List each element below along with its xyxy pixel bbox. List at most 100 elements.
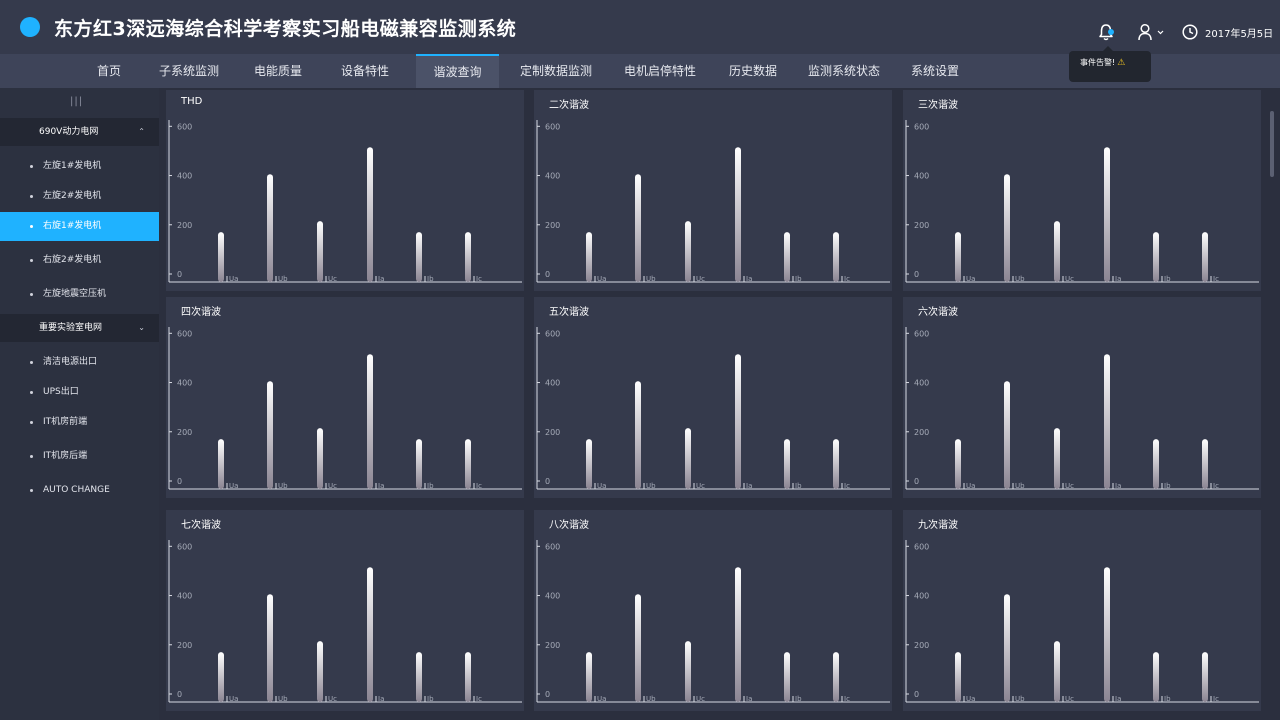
nav-item-system-status[interactable]: 监测系统状态 xyxy=(798,54,890,88)
bar-uc[interactable] xyxy=(685,221,691,282)
bar-ib[interactable] xyxy=(784,439,790,489)
sidebar-item-it-front[interactable]: IT机房前端 xyxy=(0,408,159,437)
bar-ia[interactable] xyxy=(735,354,741,489)
bar-ub[interactable] xyxy=(267,594,273,702)
x-tick-label: Ua xyxy=(966,695,975,703)
nav-item-motor-start-stop[interactable]: 电机启停特性 xyxy=(614,54,706,88)
sidebar-item-it-back[interactable]: IT机房后端 xyxy=(0,442,159,471)
x-tick-label: Uc xyxy=(1065,275,1074,283)
bar-ua[interactable] xyxy=(586,232,592,282)
bar-ub[interactable] xyxy=(635,174,641,282)
group-power-grid-690v[interactable]: 690V动力电网 ⌃ xyxy=(0,118,159,146)
bar-uc[interactable] xyxy=(317,428,323,489)
sidebar-item-ups[interactable]: UPS出口 xyxy=(0,378,159,407)
bar-ib[interactable] xyxy=(1153,439,1159,489)
bar-ua[interactable] xyxy=(955,232,961,282)
alert-tooltip[interactable]: 事件告警! ⚠ xyxy=(1069,46,1151,82)
bar-ua[interactable] xyxy=(955,652,961,702)
bar-ua[interactable] xyxy=(218,232,224,282)
bar-chart: 0 200 400 600 Ua Ub Uc Ia Ib Ic xyxy=(168,327,522,490)
bar-ic[interactable] xyxy=(1202,652,1208,702)
y-tick-label: 200 xyxy=(914,428,929,437)
bar-chart: 0 200 400 600 Ua Ub Uc Ia Ib Ic xyxy=(536,120,890,283)
nav-item-subsystem[interactable]: 子系统监测 xyxy=(148,54,230,88)
alert-text: 事件告警! xyxy=(1080,58,1116,67)
nav-item-custom-monitoring[interactable]: 定制数据监测 xyxy=(510,54,602,88)
bar-ua[interactable] xyxy=(955,439,961,489)
bar-ic[interactable] xyxy=(465,232,471,282)
bar-uc[interactable] xyxy=(1054,641,1060,702)
sidebar-item-seismic-compressor[interactable]: 左旋地震空压机 xyxy=(0,280,159,309)
bar-ic[interactable] xyxy=(1202,439,1208,489)
bar-ia[interactable] xyxy=(367,567,373,702)
bar-ub[interactable] xyxy=(1004,381,1010,489)
sidebar-item-right1-generator[interactable]: 右旋1#发电机 xyxy=(0,212,159,241)
bar-ic[interactable] xyxy=(833,652,839,702)
bar-ia[interactable] xyxy=(735,567,741,702)
x-tick-label: Ic xyxy=(476,275,482,283)
bar-ib[interactable] xyxy=(416,652,422,702)
nav-item-home[interactable]: 首页 xyxy=(78,54,140,88)
user-icon[interactable] xyxy=(1138,23,1164,41)
bar-ib[interactable] xyxy=(416,232,422,282)
bar-uc[interactable] xyxy=(317,641,323,702)
bar-uc[interactable] xyxy=(685,641,691,702)
bar-ub[interactable] xyxy=(267,174,273,282)
sidebar-item-right2-generator[interactable]: 右旋2#发电机 xyxy=(0,246,159,275)
bar-ub[interactable] xyxy=(1004,174,1010,282)
bar-ua[interactable] xyxy=(586,652,592,702)
bar-ia[interactable] xyxy=(1104,354,1110,489)
y-tick-label: 0 xyxy=(914,270,919,279)
bar-uc[interactable] xyxy=(1054,428,1060,489)
bar-ic[interactable] xyxy=(1202,232,1208,282)
bar-ib[interactable] xyxy=(1153,652,1159,702)
bar-ia[interactable] xyxy=(1104,147,1110,282)
chart-panel-h3: 三次谐波 0 200 400 600 Ua Ub Uc Ia Ib Ic xyxy=(903,90,1261,291)
chevron-down-icon: ⌄ xyxy=(138,323,145,332)
nav-item-device-characteristics[interactable]: 设备特性 xyxy=(329,54,401,88)
sidebar-item-left2-generator[interactable]: 左旋2#发电机 xyxy=(0,182,159,211)
sidebar-item-clean-power[interactable]: 清洁电源出口 xyxy=(0,348,159,377)
nav-item-harmonic-query[interactable]: 谐波查询 xyxy=(416,54,499,88)
bar-ub[interactable] xyxy=(267,381,273,489)
chevron-up-icon: ⌃ xyxy=(138,127,145,136)
bar-ic[interactable] xyxy=(833,439,839,489)
bar-uc[interactable] xyxy=(685,428,691,489)
x-tick-label: Ia xyxy=(1115,482,1121,490)
nav-item-history[interactable]: 历史数据 xyxy=(718,54,788,88)
bullet-icon xyxy=(30,421,33,424)
nav-item-power-quality[interactable]: 电能质量 xyxy=(242,54,314,88)
bar-ia[interactable] xyxy=(367,354,373,489)
bar-ib[interactable] xyxy=(784,652,790,702)
y-tick-label: 0 xyxy=(545,477,550,486)
bar-ub[interactable] xyxy=(1004,594,1010,702)
bar-ib[interactable] xyxy=(1153,232,1159,282)
bar-ic[interactable] xyxy=(465,439,471,489)
bar-ua[interactable] xyxy=(218,439,224,489)
bar-ua[interactable] xyxy=(586,439,592,489)
bar-ib[interactable] xyxy=(784,232,790,282)
bar-ub[interactable] xyxy=(635,381,641,489)
bar-ia[interactable] xyxy=(1104,567,1110,702)
sidebar-item-auto-change[interactable]: AUTO CHANGE xyxy=(0,476,159,505)
bar-ub[interactable] xyxy=(635,594,641,702)
bar-ua[interactable] xyxy=(218,652,224,702)
bar-ia[interactable] xyxy=(735,147,741,282)
bar-uc[interactable] xyxy=(317,221,323,282)
sidebar-item-left1-generator[interactable]: 左旋1#发电机 xyxy=(0,152,159,181)
bullet-icon xyxy=(30,293,33,296)
bullet-icon xyxy=(30,225,33,228)
sidebar-item-label: IT机房前端 xyxy=(43,417,88,427)
x-tick-label: Ib xyxy=(427,275,434,283)
bar-ib[interactable] xyxy=(416,439,422,489)
group-lab-grid[interactable]: 重要实验室电网 ⌄ xyxy=(0,314,159,342)
bar-ia[interactable] xyxy=(367,147,373,282)
nav-item-settings[interactable]: 系统设置 xyxy=(900,54,970,88)
scrollbar[interactable] xyxy=(1270,111,1274,177)
clock-icon xyxy=(1182,24,1198,40)
bar-ic[interactable] xyxy=(833,232,839,282)
bar-ic[interactable] xyxy=(465,652,471,702)
collapse-icon[interactable]: ||| xyxy=(70,96,82,108)
x-tick-label: Ua xyxy=(966,482,975,490)
bar-uc[interactable] xyxy=(1054,221,1060,282)
